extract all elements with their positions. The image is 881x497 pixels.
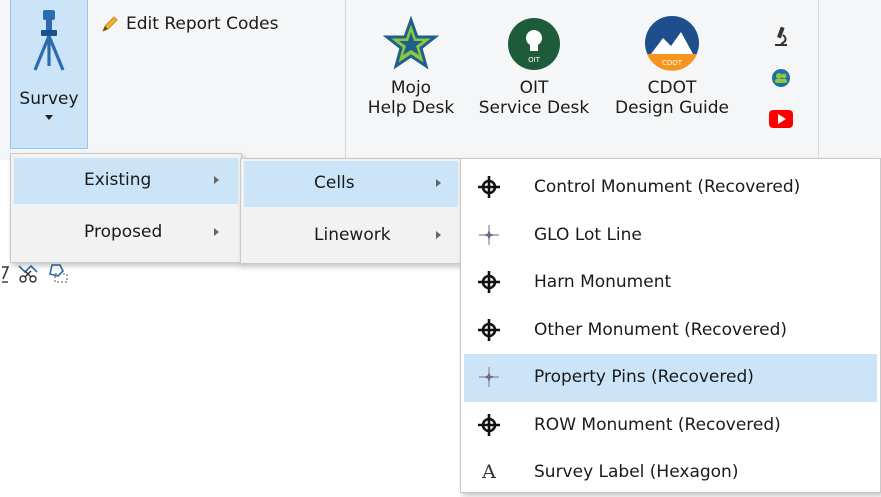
cdot-badge: CDOT (662, 59, 683, 67)
survey-tripod-icon (33, 10, 65, 71)
menu-item-other-monument[interactable]: Other Monument (Recovered) (464, 307, 877, 355)
ribbon-separator (345, 0, 346, 158)
mojo-line2: Help Desk (367, 98, 455, 118)
menu-item-label: Survey Label (Hexagon) (534, 462, 739, 482)
edit-report-codes-button[interactable]: Edit Report Codes (100, 14, 278, 34)
cdot-logo-icon: CDOT (645, 16, 699, 71)
edit-report-codes-label: Edit Report Codes (126, 14, 279, 34)
oit-line1: OIT (519, 78, 549, 98)
background-toolbar (0, 262, 70, 284)
monument-crosshair-icon (478, 176, 500, 198)
menu-item-harn-monument[interactable]: Harn Monument (464, 259, 877, 307)
menu-item-label: Linework (314, 225, 391, 245)
menu-item-existing[interactable]: Existing (14, 158, 238, 204)
menu-item-label: Harn Monument (534, 272, 672, 292)
clip-shape-icon[interactable] (46, 262, 70, 284)
menu-item-label: Other Monument (Recovered) (534, 319, 788, 340)
menu-item-label: Control Monument (Recovered) (534, 177, 801, 197)
menu-item-label: GLO Lot Line (534, 224, 642, 245)
pencil-icon (102, 16, 118, 32)
oit-line2: Service Desk (478, 98, 590, 118)
ribbon-separator-right (818, 0, 819, 158)
submenu-arrow-icon (436, 179, 441, 187)
menu-item-label: Existing (84, 170, 152, 190)
oit-lightbulb-icon: OIT (508, 18, 560, 70)
monument-crosshair-icon (478, 413, 500, 436)
cdot-line2: Design Guide (614, 98, 730, 118)
monument-crosshair-icon (478, 271, 500, 293)
youtube-icon[interactable] (769, 110, 793, 128)
submenu-arrow-icon (436, 231, 441, 239)
teams-icon[interactable] (771, 68, 791, 88)
cdot-line1: CDOT (647, 78, 697, 98)
survey-button[interactable]: Survey (10, 0, 88, 149)
menu-item-label: Cells (314, 173, 355, 193)
cut-icon[interactable] (16, 262, 40, 284)
menu-item-survey-label[interactable]: A Survey Label (Hexagon) (464, 449, 877, 497)
survey-label: Survey (19, 89, 79, 109)
menu-item-property-pins[interactable]: Property Pins (Recovered) (464, 354, 877, 402)
oit-service-desk-button[interactable]: OIT OIT Service Desk (471, 14, 597, 118)
ribbon: Survey Edit Report Codes Mojo Help Desk … (0, 0, 881, 160)
mojo-star-icon (383, 16, 439, 70)
survey-dropdown-menu: Existing Proposed (10, 153, 242, 263)
menu-item-label: Proposed (84, 222, 163, 242)
menu-item-row-monument[interactable]: ROW Monument (Recovered) (464, 402, 877, 450)
cdot-design-guide-button[interactable]: CDOT CDOT Design Guide (603, 14, 741, 118)
cells-submenu: Control Monument (Recovered) GLO Lot Lin… (460, 158, 881, 493)
chevron-down-icon (45, 115, 53, 120)
monument-crosshair-icon (478, 318, 500, 341)
menu-item-label: Property Pins (Recovered) (534, 367, 754, 387)
menu-item-label: ROW Monument (Recovered) (534, 414, 781, 435)
pin-star-icon (479, 224, 499, 245)
existing-submenu: Cells Linework (240, 158, 462, 264)
fence-icon[interactable] (0, 263, 10, 283)
submenu-arrow-icon (214, 176, 219, 184)
menu-item-linework[interactable]: Linework (244, 213, 458, 259)
menu-item-cells[interactable]: Cells (244, 161, 458, 207)
text-a-icon: A (482, 461, 496, 483)
microscope-icon[interactable] (771, 26, 791, 48)
menu-item-control-monument[interactable]: Control Monument (Recovered) (464, 164, 877, 212)
menu-item-glo-lot-line[interactable]: GLO Lot Line (464, 212, 877, 260)
mojo-line1: Mojo (390, 78, 432, 98)
oit-badge: OIT (528, 56, 541, 64)
mojo-help-desk-button[interactable]: Mojo Help Desk (356, 14, 466, 118)
submenu-arrow-icon (214, 228, 219, 236)
pin-star-icon (479, 367, 499, 387)
menu-item-proposed[interactable]: Proposed (14, 210, 238, 256)
